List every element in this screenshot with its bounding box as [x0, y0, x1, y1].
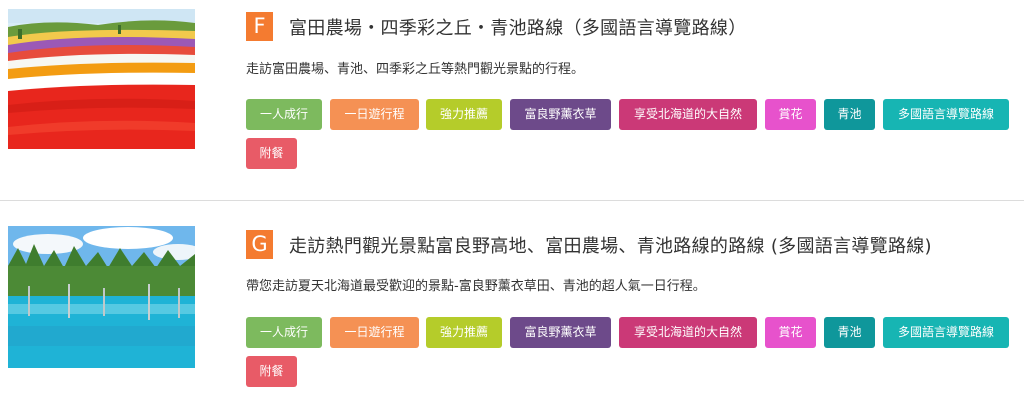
tag-solo-ok[interactable]: 一人成行 [246, 317, 322, 348]
tour-title-row: F 富田農場・四季彩之丘・青池路線（多國語言導覽路線） [246, 12, 747, 41]
tag-flower-viewing[interactable]: 賞花 [765, 317, 816, 348]
blue-pond-image [8, 226, 195, 368]
tour-letter-badge: G [246, 230, 273, 259]
tour-description: 走訪富田農場、青池、四季彩之丘等熱門觀光景點的行程。 [246, 62, 585, 77]
tour-letter-badge: F [246, 12, 273, 41]
tag-furano-lavender[interactable]: 富良野薰衣草 [510, 99, 611, 130]
tour-card-f: F 富田農場・四季彩之丘・青池路線（多國語言導覽路線） 走訪富田農場、青池、四季… [0, 0, 1024, 201]
tag-highly-recommended[interactable]: 強力推薦 [426, 99, 502, 130]
flower-field-image [8, 9, 195, 149]
tour-description: 帶您走訪夏天北海道最受歡迎的景點-富良野薰衣草田、青池的超人氣一日行程。 [246, 279, 706, 294]
tag-meal-included[interactable]: 附餐 [246, 138, 297, 169]
tour-card-g: G 走訪熱門觀光景點富良野高地、富田農場、青池路線的路線 (多國語言導覽路線) … [0, 202, 1024, 405]
tag-hokkaido-nature[interactable]: 享受北海道的大自然 [619, 99, 757, 130]
tag-furano-lavender[interactable]: 富良野薰衣草 [510, 317, 611, 348]
tag-flower-viewing[interactable]: 賞花 [765, 99, 816, 130]
tag-multilingual-guide[interactable]: 多國語言導覽路線 [883, 317, 1009, 348]
tour-title-link[interactable]: 富田農場・四季彩之丘・青池路線（多國語言導覽路線） [289, 14, 747, 40]
tag-blue-pond[interactable]: 青池 [824, 99, 875, 130]
tour-title-link[interactable]: 走訪熱門觀光景點富良野高地、富田農場、青池路線的路線 (多國語言導覽路線) [289, 232, 932, 258]
tour-thumbnail-blue-pond[interactable] [8, 226, 195, 368]
tag-multilingual-guide[interactable]: 多國語言導覽路線 [883, 99, 1009, 130]
tag-hokkaido-nature[interactable]: 享受北海道的大自然 [619, 317, 757, 348]
tag-highly-recommended[interactable]: 強力推薦 [426, 317, 502, 348]
tag-blue-pond[interactable]: 青池 [824, 317, 875, 348]
tag-day-trip[interactable]: 一日遊行程 [330, 317, 419, 348]
tour-thumbnail-flower-field[interactable] [8, 9, 195, 149]
tag-meal-included[interactable]: 附餐 [246, 356, 297, 387]
tour-title-row: G 走訪熱門觀光景點富良野高地、富田農場、青池路線的路線 (多國語言導覽路線) [246, 230, 932, 259]
tag-day-trip[interactable]: 一日遊行程 [330, 99, 419, 130]
tag-solo-ok[interactable]: 一人成行 [246, 99, 322, 130]
